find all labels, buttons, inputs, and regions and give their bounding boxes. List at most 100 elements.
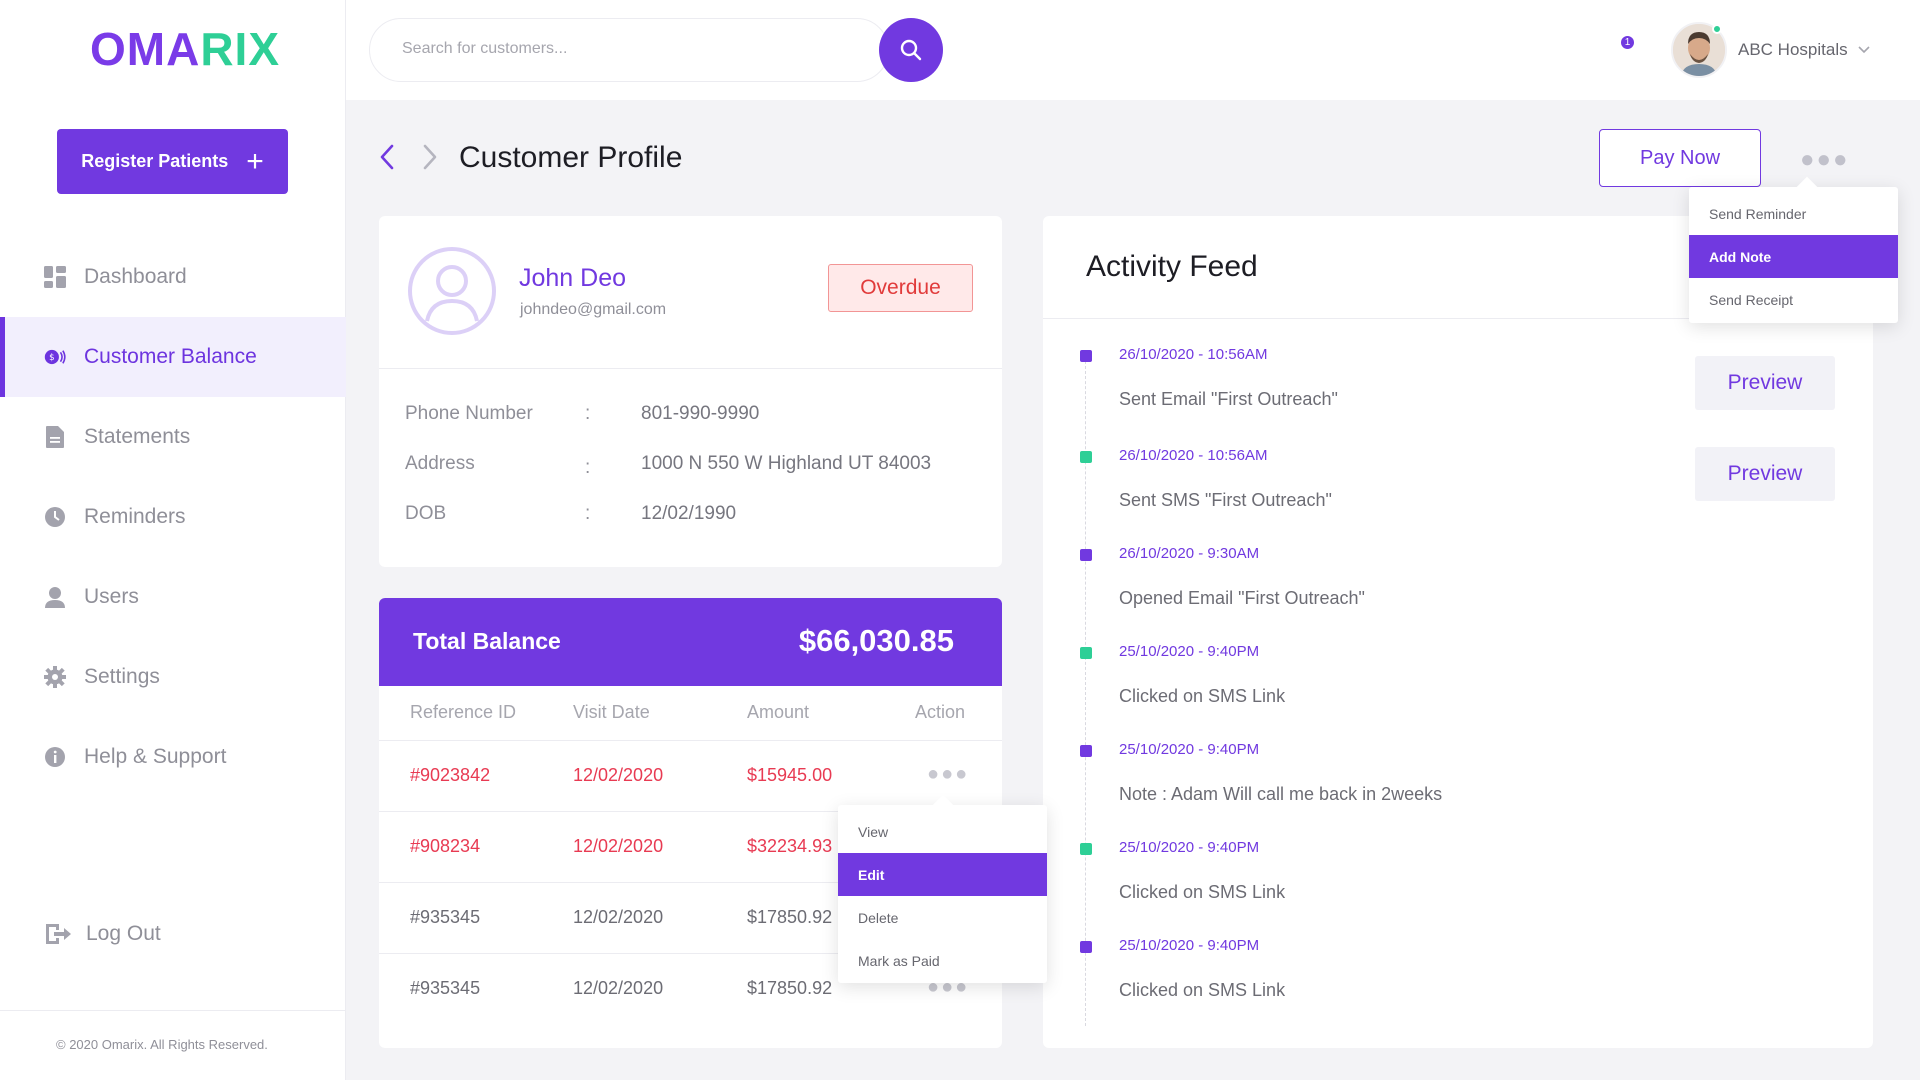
activity-text: Sent SMS "First Outreach" (1119, 490, 1332, 510)
activity-feed-title: Activity Feed (1086, 250, 1258, 283)
sidebar-item-reminders[interactable]: Reminders (0, 477, 346, 557)
sidebar-item-label: Users (84, 585, 139, 608)
gear-icon (44, 666, 66, 688)
column-header-amount: Amount (747, 702, 810, 722)
activity-date: 26/10/2020 - 10:56AM (1119, 346, 1268, 363)
sidebar-item-settings[interactable]: Settings (0, 637, 346, 717)
svg-text:$: $ (49, 353, 55, 363)
activity-feed-card: Activity Feed 26/10/2020 - 10:56AM Sent … (1043, 216, 1873, 1048)
cell-reference: #935345 (410, 978, 481, 998)
activity-text: Opened Email "First Outreach" (1119, 588, 1365, 608)
info-colon: : (585, 457, 591, 478)
total-balance-label: Total Balance (413, 628, 561, 654)
sidebar-divider (0, 1010, 346, 1011)
activity-date: 26/10/2020 - 10:56AM (1119, 447, 1268, 464)
activity-text: Clicked on SMS Link (1119, 882, 1286, 902)
activity-date: 26/10/2020 - 9:30AM (1119, 545, 1260, 562)
menu-item-add-note[interactable]: Add Note (1689, 235, 1898, 278)
account-name: ABC Hospitals (1738, 40, 1848, 59)
sidebar-item-dashboard[interactable]: Dashboard (0, 237, 346, 317)
info-value: 12/02/1990 (641, 503, 737, 524)
info-label: DOB (405, 503, 447, 524)
profile-header: John Deo johndeo@gmail.com Overdue (379, 216, 1002, 369)
cell-visit-date: 12/02/2020 (573, 836, 664, 856)
chevron-down-icon (1858, 46, 1870, 54)
document-icon (44, 426, 66, 448)
search-box (369, 18, 889, 82)
sidebar-item-help-support[interactable]: Help & Support (0, 717, 346, 797)
cell-amount: $32234.93 (747, 836, 833, 856)
activity-text: Sent Email "First Outreach" (1119, 389, 1338, 409)
plus-icon: + (246, 144, 264, 178)
activity-text: Clicked on SMS Link (1119, 686, 1286, 706)
cell-visit-date: 12/02/2020 (573, 978, 664, 998)
total-balance-amount: $66,030.85 (798, 623, 954, 658)
info-label: Phone Number (405, 403, 533, 424)
cell-amount: $17850.92 (747, 978, 833, 998)
forward-arrow-icon[interactable] (416, 142, 442, 172)
sidebar-item-customer-balance[interactable]: $ Customer Balance (0, 317, 346, 397)
pay-now-button[interactable]: Pay Now (1599, 129, 1761, 187)
profile-avatar-icon (407, 246, 497, 336)
online-status-dot (1712, 24, 1722, 34)
dollar-coin-icon: $ (44, 346, 66, 368)
timeline-dot (1080, 843, 1092, 855)
timeline-dot (1080, 549, 1092, 561)
table-header: Reference ID Visit Date Amount Action (379, 686, 1002, 741)
column-header-action: Action (915, 702, 966, 722)
activity-date: 25/10/2020 - 9:40PM (1119, 643, 1260, 660)
sidebar-item-label: Help & Support (84, 745, 227, 768)
notification-badge: 1 (1619, 34, 1636, 51)
search-button[interactable] (879, 18, 943, 82)
activity-text: Note : Adam Will call me back in 2weeks (1119, 784, 1443, 804)
search-input[interactable] (402, 40, 762, 58)
menu-item-send-reminder[interactable]: Send Reminder (1689, 192, 1898, 235)
more-options-icon[interactable]: ●●● (1800, 146, 1850, 174)
activity-date: 25/10/2020 - 9:40PM (1119, 839, 1260, 856)
sidebar: OMARIX Register Patients + Dashboard $ C… (0, 0, 346, 1080)
back-arrow-icon[interactable] (375, 142, 401, 172)
search-icon (900, 39, 922, 61)
activity-date: 25/10/2020 - 9:40PM (1119, 741, 1260, 758)
omarix-logo[interactable]: OMARIX (90, 22, 280, 76)
column-header-visit-date: Visit Date (573, 702, 650, 722)
sidebar-item-label: Customer Balance (84, 345, 257, 368)
logout-icon (44, 923, 72, 945)
account-menu[interactable]: ABC Hospitals (1738, 40, 1870, 60)
info-colon: : (585, 403, 591, 424)
more-options-menu: Send Reminder Add Note Send Receipt (1689, 176, 1898, 323)
column-header-reference: Reference ID (410, 702, 517, 722)
cell-visit-date: 12/02/2020 (573, 907, 664, 927)
register-patients-button[interactable]: Register Patients + (57, 129, 288, 194)
info-value: 801-990-9990 (641, 403, 760, 424)
clock-icon (44, 506, 66, 528)
menu-item-delete[interactable]: Delete (838, 896, 1047, 939)
timeline-dot (1080, 941, 1092, 953)
balance-header: Total Balance $66,030.85 (379, 598, 1002, 686)
copyright-text: © 2020 Omarix. All Rights Reserved. (56, 1037, 268, 1052)
preview-button[interactable]: Preview (1695, 356, 1835, 410)
customer-email: johndeo@gmail.com (520, 301, 667, 318)
preview-button[interactable]: Preview (1695, 447, 1835, 501)
logo-part-2: RIX (200, 23, 281, 75)
menu-item-mark-as-paid[interactable]: Mark as Paid (838, 939, 1047, 982)
menu-item-send-receipt[interactable]: Send Receipt (1689, 278, 1898, 321)
menu-item-view[interactable]: View (838, 810, 1047, 853)
row-actions-menu: View Edit Delete Mark as Paid (838, 794, 1047, 983)
register-patients-label: Register Patients (81, 151, 229, 171)
activity-text: Clicked on SMS Link (1119, 980, 1286, 1000)
menu-item-edit[interactable]: Edit (838, 853, 1047, 896)
sidebar-item-users[interactable]: Users (0, 557, 346, 637)
info-value: 1000 N 550 W Highland UT 84003 (641, 453, 932, 474)
timeline-dot (1080, 350, 1092, 362)
sidebar-item-statements[interactable]: Statements (0, 397, 346, 477)
cell-amount: $15945.00 (747, 765, 833, 785)
row-actions-icon[interactable]: ●●● (927, 763, 969, 786)
logout-button[interactable]: Log Out (44, 922, 161, 946)
timeline-dot (1080, 647, 1092, 659)
cell-reference: #935345 (410, 907, 481, 927)
sidebar-item-label: Reminders (84, 505, 186, 528)
cell-reference: #908234 (410, 836, 481, 856)
timeline-dot (1080, 745, 1092, 757)
sidebar-item-label: Statements (84, 425, 191, 448)
